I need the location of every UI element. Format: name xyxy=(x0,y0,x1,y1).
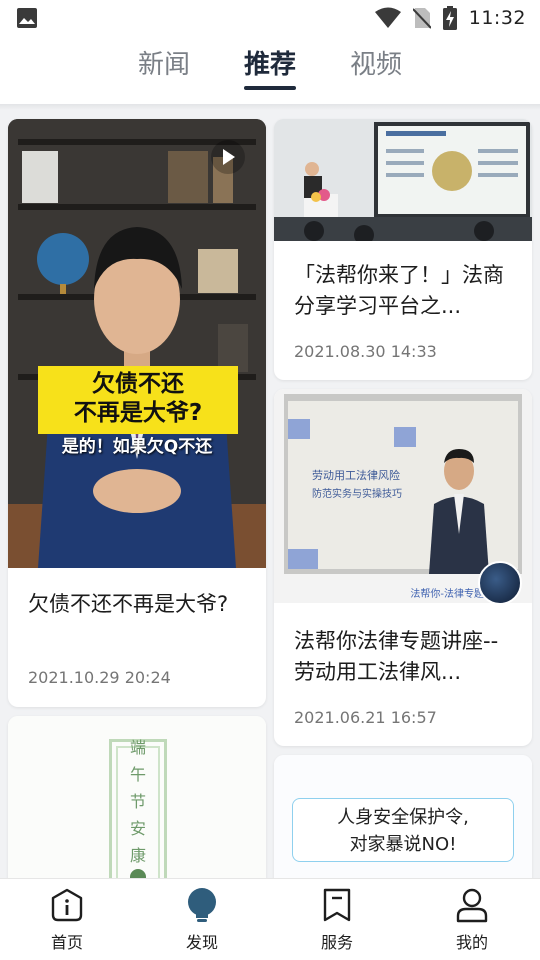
play-icon[interactable] xyxy=(211,140,245,174)
tab-recommend[interactable]: 推荐 xyxy=(244,44,296,81)
no-sim-icon xyxy=(412,8,431,29)
avatar xyxy=(478,561,522,603)
slide-thumbnail: 劳动用工法律风险 防范实务与实操技巧 法帮你-法律专题讲座 xyxy=(274,389,532,603)
nav-service[interactable]: 服务 xyxy=(287,879,387,960)
card-time: 2021.10.29 20:24 xyxy=(28,668,171,687)
image-notification-icon xyxy=(17,8,37,28)
feed-card[interactable]: 劳动用工法律风险 防范实务与实操技巧 法帮你-法律专题讲座 法帮你法律专题讲座-… xyxy=(274,389,532,746)
feed-card[interactable]: 「法帮你来了！」法商分享学习平台之... 2021.08.30 14:33 xyxy=(274,119,532,380)
active-tab-indicator xyxy=(244,86,296,90)
status-bar: 11:32 xyxy=(0,0,540,36)
thumbnail-caption: 欠债不还 不再是大爷? xyxy=(38,366,238,434)
card-title: 法帮你法律专题讲座--劳动用工法律风... xyxy=(294,629,499,684)
tab-video[interactable]: 视频 xyxy=(350,44,402,81)
user-icon xyxy=(456,888,488,923)
status-time: 11:32 xyxy=(468,7,526,29)
card-time: 2021.08.30 14:33 xyxy=(294,342,437,361)
feed-card[interactable]: 欠债不还 不再是大爷? 是的！如果欠Q不还 欠债不还不再是大爷? 2021.10… xyxy=(8,119,266,707)
wifi-icon xyxy=(374,7,401,28)
bulb-icon xyxy=(188,888,216,922)
nav-discover[interactable]: 发现 xyxy=(152,879,252,960)
tab-news[interactable]: 新闻 xyxy=(138,44,190,81)
card-title: 「法帮你来了！」法商分享学习平台之... xyxy=(294,263,504,318)
battery-charging-icon xyxy=(442,6,457,30)
nav-home[interactable]: 首页 xyxy=(17,879,117,960)
card-time: 2021.06.21 16:57 xyxy=(294,708,437,727)
festival-text: 端 午 节 安 康 xyxy=(129,738,146,865)
thumbnail-subtitle: 是的！如果欠Q不还 xyxy=(61,437,213,457)
lecture-thumbnail xyxy=(274,119,532,241)
video-thumbnail: 欠债不还 不再是大爷? 是的！如果欠Q不还 xyxy=(8,119,266,568)
bookmark-icon xyxy=(323,888,351,922)
bottom-nav: 首页 发现 服务 我的 xyxy=(0,878,540,960)
info-icon xyxy=(51,888,83,922)
card-title: 欠债不还不再是大爷? xyxy=(28,592,229,616)
top-tabs: 新闻 推荐 视频 xyxy=(0,36,540,104)
slide-footer: 法帮你-法律专题讲座 xyxy=(410,589,504,600)
nav-mine[interactable]: 我的 xyxy=(422,879,522,960)
